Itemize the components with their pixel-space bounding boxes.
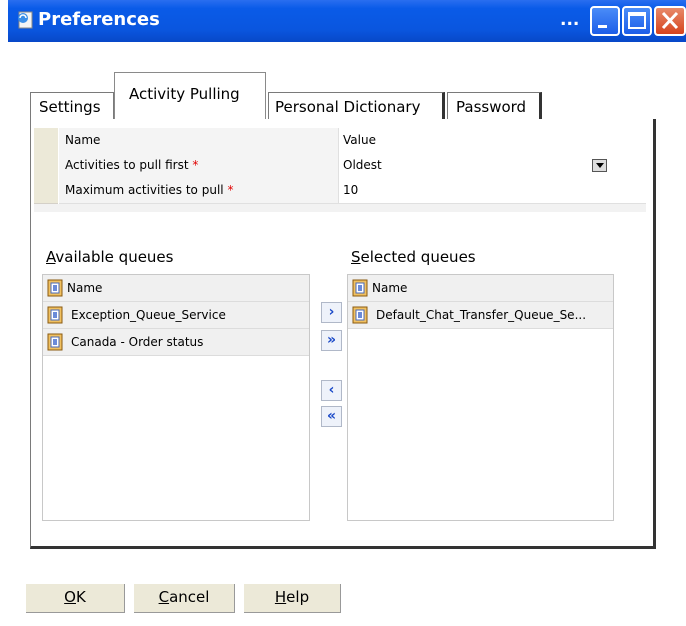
queue-icon — [47, 279, 63, 297]
move-all-right-icon: » — [326, 332, 337, 348]
tab-settings[interactable]: Settings — [30, 92, 114, 120]
tab-activity-pulling[interactable]: Activity Pulling — [114, 72, 266, 120]
move-all-right-button[interactable]: » — [321, 330, 342, 351]
move-left-button[interactable]: ‹ — [321, 380, 342, 401]
move-all-left-icon: « — [326, 408, 337, 424]
property-name-text: Maximum activities to pull — [65, 183, 224, 197]
queue-icon — [352, 279, 368, 297]
row-gutter — [34, 153, 58, 179]
mnemonic: S — [351, 248, 361, 266]
name-column-header: Name — [59, 128, 339, 154]
property-name: Maximum activities to pull * — [59, 178, 339, 204]
move-right-button[interactable]: › — [321, 302, 342, 323]
queue-icon — [352, 306, 368, 324]
row-gutter — [34, 128, 58, 154]
value-column-header: Value — [339, 128, 646, 154]
tab-personal-dictionary[interactable]: Personal Dictionary — [268, 92, 445, 120]
button-label: K — [75, 588, 86, 606]
mnemonic: C — [158, 588, 170, 606]
list-item-label: Canada - Order status — [71, 335, 204, 349]
tab-activity-pulling-label: Activity Pulling — [129, 85, 240, 103]
combo-arrow-icon[interactable] — [592, 159, 607, 172]
maximize-icon — [628, 12, 646, 29]
tab-password[interactable]: Password — [447, 92, 542, 120]
list-header-label: Name — [67, 281, 103, 295]
list-header-label: Name — [372, 281, 408, 295]
grid-header-row: Name Value — [34, 128, 646, 154]
app-icon — [18, 11, 33, 29]
move-all-left-button[interactable]: « — [321, 406, 342, 427]
list-item[interactable]: Exception_Queue_Service — [43, 302, 309, 329]
list-item-label: Exception_Queue_Service — [71, 308, 226, 322]
title-ellipsis: ... — [560, 10, 580, 30]
minimize-icon — [598, 25, 607, 28]
input-value: 10 — [343, 183, 359, 197]
combo-value: Oldest — [343, 158, 382, 172]
grid-row-activities-to-pull-first: Activities to pull first * Oldest — [34, 153, 646, 179]
list-item[interactable]: Default_Chat_Transfer_Queue_Se... — [348, 302, 613, 329]
list-header[interactable]: Name — [43, 275, 309, 302]
activities-to-pull-first-combo[interactable]: Oldest — [339, 153, 646, 179]
list-item[interactable]: Canada - Order status — [43, 329, 309, 356]
move-right-icon: › — [328, 304, 335, 320]
ok-button[interactable]: OK — [26, 584, 125, 613]
value-header-label: Value — [343, 133, 376, 147]
close-icon — [661, 11, 679, 30]
move-left-icon: ‹ — [328, 382, 335, 398]
tab-personal-dictionary-label: Personal Dictionary — [275, 98, 421, 116]
grid-footer — [34, 204, 646, 212]
window-title: Preferences — [38, 9, 160, 30]
mnemonic: H — [274, 588, 287, 606]
close-button[interactable] — [654, 6, 686, 36]
preferences-window: Preferences ... Settings Activity Pullin… — [8, 0, 686, 626]
list-item-label: Default_Chat_Transfer_Queue_Se... — [376, 308, 587, 322]
maximize-button[interactable] — [622, 6, 652, 36]
label-text: vailable queues — [55, 248, 174, 266]
mnemonic: A — [46, 248, 56, 266]
tab-password-label: Password — [456, 98, 527, 116]
tab-settings-label: Settings — [39, 98, 101, 116]
label-text: elected queues — [360, 248, 476, 266]
maximum-activities-input[interactable]: 10 — [339, 178, 646, 204]
selected-queues-label: Selected queues — [351, 248, 476, 266]
button-label: ancel — [169, 588, 210, 606]
help-button[interactable]: Help — [244, 584, 341, 613]
property-name-label: Maximum activities to pull * — [65, 183, 233, 197]
available-queues-list[interactable]: Name Exception_Queue_Service Canada - Or… — [42, 274, 310, 521]
selected-queues-list[interactable]: Name Default_Chat_Transfer_Queue_Se... — [347, 274, 614, 521]
required-marker: * — [227, 183, 234, 197]
mnemonic: O — [64, 588, 76, 606]
title-bar[interactable]: Preferences ... — [8, 0, 686, 42]
row-gutter — [34, 178, 58, 204]
queue-icon — [47, 306, 63, 324]
property-name-text: Activities to pull first — [65, 158, 189, 172]
property-name: Activities to pull first * — [59, 153, 339, 179]
name-header-label: Name — [65, 133, 101, 147]
property-name-label: Activities to pull first * — [65, 158, 198, 172]
cancel-button[interactable]: Cancel — [134, 584, 235, 613]
grid-row-maximum-activities-to-pull: Maximum activities to pull * 10 — [34, 178, 646, 204]
list-header[interactable]: Name — [348, 275, 613, 302]
button-label: elp — [286, 588, 310, 606]
minimize-button[interactable] — [590, 6, 620, 36]
available-queues-label: Available queues — [46, 248, 173, 266]
required-marker: * — [192, 158, 199, 172]
queue-icon — [47, 333, 63, 351]
